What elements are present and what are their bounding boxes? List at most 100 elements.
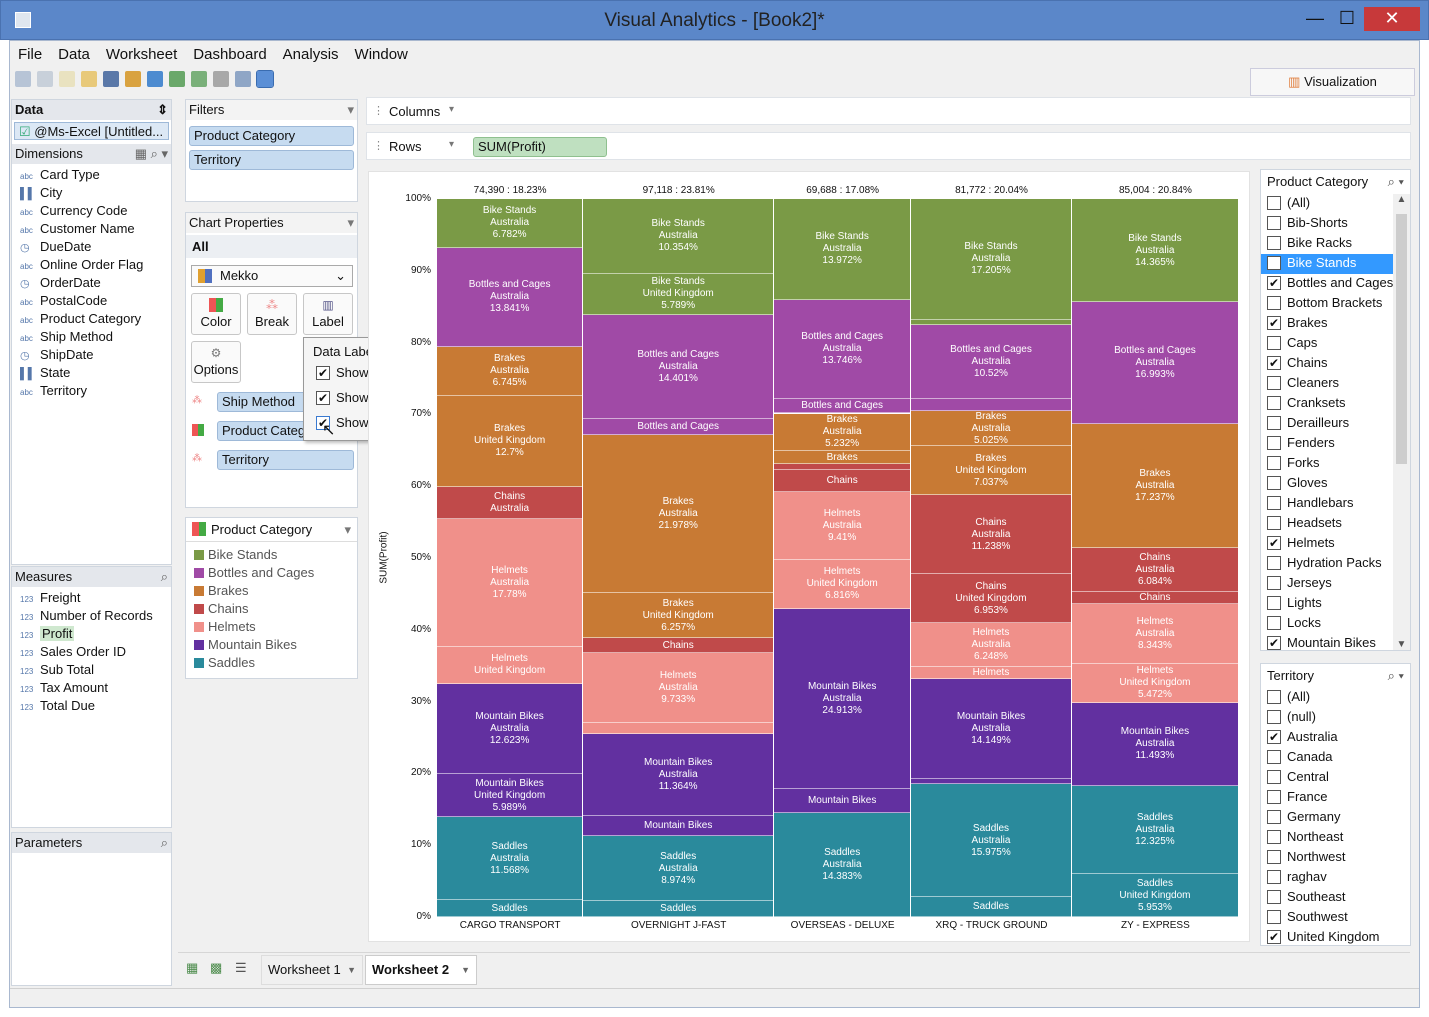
checkbox-checked-icon[interactable]: ✔ bbox=[1267, 730, 1281, 744]
marks-scope[interactable]: All bbox=[186, 235, 357, 258]
mekko-segment[interactable]: Mountain Bikes Australia 11.493% bbox=[1071, 702, 1238, 786]
measure-item[interactable]: 123 Tax Amount bbox=[20, 679, 171, 697]
label-button[interactable]: ▥ Label bbox=[303, 293, 353, 335]
measure-item[interactable]: 123 Total Due bbox=[20, 697, 171, 715]
legend-item[interactable]: Helmets bbox=[186, 618, 357, 636]
mekko-segment[interactable]: Brakes Australia 17.237% bbox=[1071, 424, 1238, 549]
checkbox-icon[interactable] bbox=[1267, 830, 1281, 844]
dropdown-icon[interactable]: ▾ bbox=[449, 139, 454, 150]
checkbox-icon[interactable] bbox=[1267, 516, 1281, 530]
sort-icon[interactable]: ⇕ bbox=[157, 102, 168, 118]
filter-option[interactable]: Jerseys bbox=[1261, 574, 1393, 594]
mekko-segment[interactable]: Bottles and Cages Australia 13.746% bbox=[774, 299, 911, 400]
save-icon[interactable] bbox=[103, 71, 119, 87]
mekko-segment[interactable]: Chains Australia 6.084% bbox=[1071, 548, 1238, 593]
mekko-segment[interactable]: Brakes Australia 21.978% bbox=[583, 434, 774, 594]
checkbox-icon[interactable] bbox=[1267, 496, 1281, 510]
checkbox-icon[interactable] bbox=[1267, 690, 1281, 704]
dimensions-tools-icon[interactable]: ▦ ⌕ ▾ bbox=[135, 146, 168, 162]
filter-option[interactable]: Southeast bbox=[1261, 888, 1409, 908]
mekko-segment[interactable]: Saddles bbox=[583, 901, 774, 917]
checkbox-icon[interactable] bbox=[1267, 396, 1281, 410]
mekko-segment[interactable]: Chains United Kingdom 6.953% bbox=[911, 574, 1071, 623]
dimension-item[interactable]: ▌▌ City bbox=[20, 184, 171, 202]
mekko-segment[interactable]: Bottles and Cages Australia 14.401% bbox=[583, 315, 774, 420]
mark-pill-territory[interactable]: Territory bbox=[217, 450, 354, 470]
add-sheet-icon[interactable]: ▦ bbox=[186, 960, 198, 976]
checkbox-icon[interactable] bbox=[1267, 336, 1281, 350]
refresh-icon[interactable] bbox=[147, 71, 163, 87]
chart-icon[interactable] bbox=[213, 71, 229, 87]
mekko-segment[interactable]: Mountain Bikes bbox=[774, 788, 911, 814]
measure-item[interactable]: 123 Profit bbox=[20, 625, 171, 643]
filter-option[interactable]: Gloves bbox=[1261, 474, 1393, 494]
dropdown-icon[interactable]: ▼ bbox=[347, 956, 356, 984]
measure-item[interactable]: 123 Number of Records bbox=[20, 607, 171, 625]
mekko-segment[interactable]: Chains Australia bbox=[437, 486, 583, 520]
filter-option[interactable]: ✔ United Kingdom bbox=[1261, 928, 1409, 948]
checkbox-icon[interactable] bbox=[1267, 236, 1281, 250]
scroll-down-icon[interactable]: ▼ bbox=[1393, 639, 1410, 650]
mekko-segment[interactable]: Saddles bbox=[437, 900, 583, 917]
rows-shelf[interactable]: ⋮ Rows ▾ SUM(Profit) bbox=[366, 132, 1411, 160]
color-button[interactable]: Color bbox=[191, 293, 241, 335]
search-icon[interactable]: ⌕ ▾ bbox=[1388, 668, 1404, 684]
fit-icon[interactable] bbox=[256, 70, 274, 88]
filter-option[interactable]: (null) bbox=[1261, 708, 1409, 728]
filter-option[interactable]: ✔ Bike Stands bbox=[1261, 254, 1393, 274]
filter-option[interactable]: Hydration Packs bbox=[1261, 554, 1393, 574]
legend-item[interactable]: Saddles bbox=[186, 654, 357, 672]
checkbox-icon[interactable] bbox=[1267, 196, 1281, 210]
checkbox-checked-icon[interactable]: ✔ bbox=[1267, 276, 1281, 290]
mekko-segment[interactable]: Helmets bbox=[911, 666, 1071, 680]
close-button[interactable]: ✕ bbox=[1364, 7, 1420, 31]
mekko-segment[interactable]: Saddles United Kingdom 5.953% bbox=[1071, 874, 1238, 917]
mekko-segment[interactable]: Saddles Australia 12.325% bbox=[1071, 785, 1238, 875]
search-icon[interactable]: ⌕ ▾ bbox=[1388, 174, 1404, 190]
filter-pill[interactable]: Product Category bbox=[189, 126, 354, 146]
mekko-segment[interactable] bbox=[911, 399, 1071, 411]
checkbox-checked-icon[interactable]: ✔ bbox=[1267, 356, 1281, 370]
search-icon[interactable]: ⌕ bbox=[161, 835, 168, 851]
checkbox-icon[interactable] bbox=[1267, 616, 1281, 630]
mekko-segment[interactable]: Saddles Australia 15.975% bbox=[911, 784, 1071, 897]
checkbox-icon[interactable] bbox=[1267, 216, 1281, 230]
search-icon[interactable]: ⌕ bbox=[161, 569, 168, 585]
mekko-segment[interactable]: Brakes United Kingdom 7.037% bbox=[911, 445, 1071, 496]
mekko-segment[interactable]: Saddles bbox=[911, 896, 1071, 917]
dimension-item[interactable]: ◷ OrderDate bbox=[20, 274, 171, 292]
filter-option[interactable]: Germany bbox=[1261, 808, 1409, 828]
mekko-segment[interactable]: Bike Stands Australia 10.354% bbox=[583, 199, 774, 274]
checkbox-icon[interactable] bbox=[1267, 476, 1281, 490]
checkbox-icon[interactable] bbox=[1267, 296, 1281, 310]
mekko-segment[interactable]: Brakes Australia 6.745% bbox=[437, 347, 583, 396]
filter-option[interactable]: ✔ Brakes bbox=[1261, 314, 1393, 334]
maximize-button[interactable]: ☐ bbox=[1333, 7, 1361, 31]
mekko-segment[interactable]: Helmets United Kingdom 6.816% bbox=[774, 559, 911, 609]
checkbox-icon[interactable] bbox=[1267, 556, 1281, 570]
checkbox-icon[interactable] bbox=[1267, 810, 1281, 824]
filter-option[interactable]: Headsets bbox=[1261, 514, 1393, 534]
add-sheet-icon[interactable] bbox=[169, 71, 185, 87]
mekko-segment[interactable]: Bottles and Cages bbox=[774, 399, 911, 414]
mekko-segment[interactable]: Mountain Bikes Australia 24.913% bbox=[774, 608, 911, 789]
filter-pill[interactable]: Territory bbox=[189, 150, 354, 170]
mekko-segment[interactable]: Bottles and Cages Australia 10.52% bbox=[911, 325, 1071, 400]
dimension-item[interactable]: abc Customer Name bbox=[20, 220, 171, 238]
mekko-segment[interactable]: Brakes United Kingdom 12.7% bbox=[437, 395, 583, 487]
mekko-segment[interactable]: Brakes United Kingdom 6.257% bbox=[583, 593, 774, 639]
menu-worksheet[interactable]: Worksheet bbox=[98, 42, 185, 68]
menu-file[interactable]: File bbox=[10, 42, 50, 68]
checkbox-icon[interactable] bbox=[1267, 456, 1281, 470]
measure-item[interactable]: 123 Freight bbox=[20, 589, 171, 607]
mekko-segment[interactable]: Brakes bbox=[774, 451, 911, 465]
filter-option[interactable]: Derailleurs bbox=[1261, 414, 1393, 434]
mekko-segment[interactable]: Bike Stands United Kingdom 5.789% bbox=[583, 273, 774, 316]
filter-option[interactable]: Central bbox=[1261, 768, 1409, 788]
filter-option[interactable]: ✔ Chains bbox=[1261, 354, 1393, 374]
data-source[interactable]: ☑ @Ms-Excel [Untitled... bbox=[14, 122, 169, 140]
dropdown-icon[interactable]: ▼ bbox=[461, 956, 470, 984]
mekko-segment[interactable]: Mountain Bikes Australia 14.149% bbox=[911, 679, 1071, 779]
mekko-segment[interactable]: Saddles Australia 8.974% bbox=[583, 836, 774, 902]
checkbox-checked-icon[interactable]: ✔ bbox=[1267, 930, 1281, 944]
